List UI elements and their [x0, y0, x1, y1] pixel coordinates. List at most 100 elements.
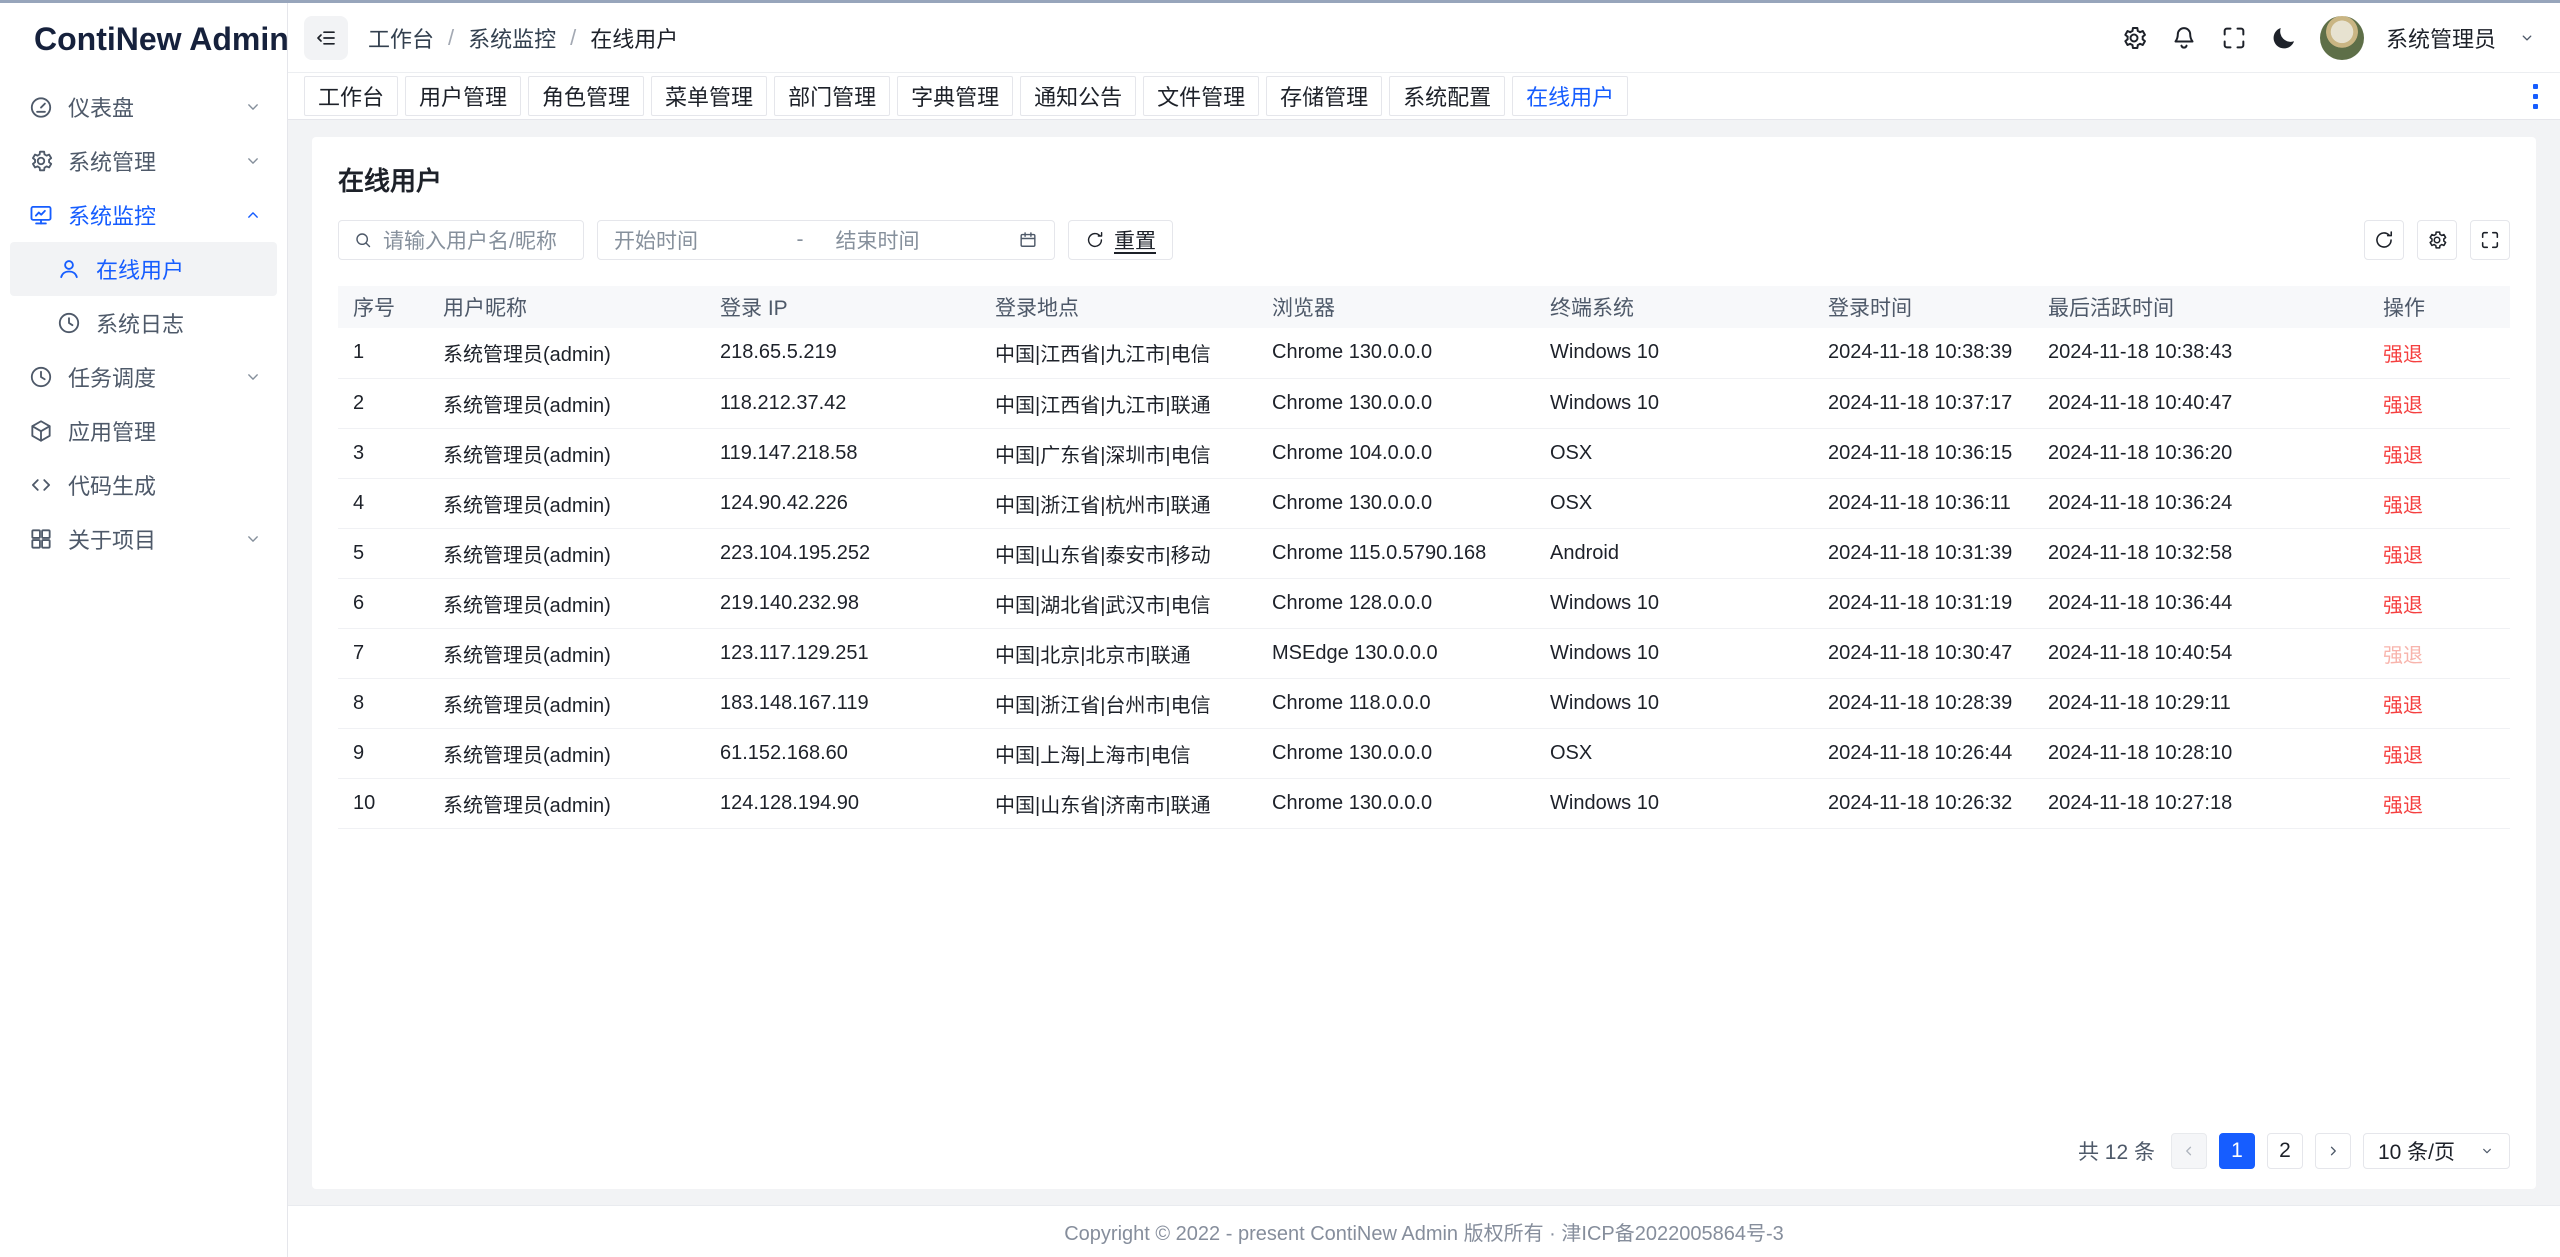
breadcrumb-item[interactable]: 系统监控: [468, 22, 556, 54]
cell-nickname: 系统管理员(admin): [428, 628, 705, 678]
settings-icon: [2426, 229, 2448, 251]
sidebar-collapse-button[interactable]: [304, 16, 348, 60]
table-row: 1系统管理员(admin)218.65.5.219中国|江西省|九江市|电信Ch…: [338, 328, 2510, 378]
kick-out-link[interactable]: 强退: [2383, 595, 2423, 617]
sidebar-item-app-management[interactable]: 应用管理: [10, 404, 277, 458]
tab-online-user[interactable]: 在线用户: [1512, 76, 1628, 116]
sidebar-item-dashboard[interactable]: 仪表盘: [10, 80, 277, 134]
avatar[interactable]: [2320, 16, 2364, 60]
table-row: 9系统管理员(admin)61.152.168.60中国|上海|上海市|电信Ch…: [338, 728, 2510, 778]
table-row: 6系统管理员(admin)219.140.232.98中国|湖北省|武汉市|电信…: [338, 578, 2510, 628]
fullscreen-icon: [2479, 229, 2501, 251]
tab-file-management[interactable]: 文件管理: [1143, 76, 1259, 116]
user-name[interactable]: 系统管理员: [2386, 22, 2496, 54]
kick-out-link[interactable]: 强退: [2383, 695, 2423, 717]
app-logo[interactable]: ContiNew Admin: [0, 3, 287, 76]
pagination-page-1[interactable]: 1: [2219, 1133, 2255, 1169]
cell-nickname: 系统管理员(admin): [428, 528, 705, 578]
dark-mode-button[interactable]: [2270, 24, 2298, 52]
kick-out-link[interactable]: 强退: [2383, 745, 2423, 767]
cell-index: 1: [338, 328, 428, 378]
notifications-icon: [2170, 24, 2198, 52]
cell-browser: Chrome 104.0.0.0: [1257, 428, 1535, 478]
cell-login_time: 2024-11-18 10:36:11: [1813, 478, 2033, 528]
table-row: 8系统管理员(admin)183.148.167.119中国|浙江省|台州市|电…: [338, 678, 2510, 728]
tab-user-management[interactable]: 用户管理: [405, 76, 521, 116]
sidebar-item-task-schedule[interactable]: 任务调度: [10, 350, 277, 404]
kick-out-link[interactable]: 强退: [2383, 645, 2423, 667]
tab-role-management[interactable]: 角色管理: [528, 76, 644, 116]
kick-out-link[interactable]: 强退: [2383, 545, 2423, 567]
kick-out-link[interactable]: 强退: [2383, 445, 2423, 467]
cell-action: 强退: [2368, 378, 2510, 428]
sidebar-item-label: 代码生成: [68, 469, 263, 501]
table-settings-button[interactable]: [2417, 220, 2457, 260]
breadcrumb-item[interactable]: 在线用户: [590, 22, 678, 54]
cell-location: 中国|北京|北京市|联通: [980, 628, 1257, 678]
chevron-down-icon[interactable]: [2518, 29, 2536, 47]
sidebar-item-online-user[interactable]: 在线用户: [10, 242, 277, 296]
table-row: 10系统管理员(admin)124.128.194.90中国|山东省|济南市|联…: [338, 778, 2510, 828]
cell-browser: MSEdge 130.0.0.0: [1257, 628, 1535, 678]
sidebar-item-code-generation[interactable]: 代码生成: [10, 458, 277, 512]
cell-nickname: 系统管理员(admin): [428, 578, 705, 628]
tab-storage-management[interactable]: 存储管理: [1266, 76, 1382, 116]
tab-workplace[interactable]: 工作台: [304, 76, 398, 116]
cell-login_time: 2024-11-18 10:31:39: [1813, 528, 2033, 578]
breadcrumb-item[interactable]: 工作台: [368, 22, 434, 54]
kick-out-link[interactable]: 强退: [2383, 495, 2423, 517]
grid-icon: [28, 526, 54, 552]
kick-out-link[interactable]: 强退: [2383, 795, 2423, 817]
pagination-prev-button[interactable]: [2171, 1133, 2207, 1169]
pagination-page-2[interactable]: 2: [2267, 1133, 2303, 1169]
search-input[interactable]: 请输入用户名/昵称: [338, 220, 584, 260]
date-end-placeholder: 结束时间: [836, 225, 1011, 255]
content: 在线用户 请输入用户名/昵称 开始时间 - 结束时间 重置: [288, 120, 2560, 1205]
cell-last_active: 2024-11-18 10:28:10: [2033, 728, 2368, 778]
cell-browser: Chrome 130.0.0.0: [1257, 778, 1535, 828]
table-refresh-button[interactable]: [2364, 220, 2404, 260]
cell-nickname: 系统管理员(admin): [428, 778, 705, 828]
cell-nickname: 系统管理员(admin): [428, 428, 705, 478]
cell-last_active: 2024-11-18 10:27:18: [2033, 778, 2368, 828]
refresh-icon: [2373, 229, 2395, 251]
cell-action: 强退: [2368, 478, 2510, 528]
cell-os: Android: [1535, 528, 1813, 578]
tab-system-config[interactable]: 系统配置: [1389, 76, 1505, 116]
tab-notice[interactable]: 通知公告: [1020, 76, 1136, 116]
topbar-actions: 系统管理员: [2120, 16, 2536, 60]
tab-menu-management[interactable]: 菜单管理: [651, 76, 767, 116]
cell-login_time: 2024-11-18 10:28:39: [1813, 678, 2033, 728]
kick-out-link[interactable]: 强退: [2383, 344, 2423, 366]
page-size-select[interactable]: 10 条/页: [2363, 1133, 2510, 1169]
kick-out-link[interactable]: 强退: [2383, 395, 2423, 417]
cell-ip: 124.128.194.90: [705, 778, 980, 828]
breadcrumb-separator: /: [570, 25, 576, 51]
tab-more-menu[interactable]: [2527, 78, 2544, 115]
fullscreen-button[interactable]: [2220, 24, 2248, 52]
chevron-down-icon: [243, 97, 263, 117]
chevron-right-icon: [2324, 1142, 2342, 1160]
notifications-button[interactable]: [2170, 24, 2198, 52]
sidebar-item-system-management[interactable]: 系统管理: [10, 134, 277, 188]
reset-button[interactable]: 重置: [1068, 220, 1173, 260]
cell-os: Windows 10: [1535, 328, 1813, 378]
column-header: 用户昵称: [428, 286, 705, 328]
sidebar-item-label: 任务调度: [68, 361, 229, 393]
table-fullscreen-button[interactable]: [2470, 220, 2510, 260]
sidebar-item-system-monitor[interactable]: 系统监控: [10, 188, 277, 242]
settings-button[interactable]: [2120, 24, 2148, 52]
cell-login_time: 2024-11-18 10:30:47: [1813, 628, 2033, 678]
sidebar-item-about-project[interactable]: 关于项目: [10, 512, 277, 566]
table-header-row: 序号用户昵称登录 IP登录地点浏览器终端系统登录时间最后活跃时间操作: [338, 286, 2510, 328]
table-row: 4系统管理员(admin)124.90.42.226中国|浙江省|杭州市|联通C…: [338, 478, 2510, 528]
pagination-next-button[interactable]: [2315, 1133, 2351, 1169]
date-range-picker[interactable]: 开始时间 - 结束时间: [597, 220, 1055, 260]
tab-dict-management[interactable]: 字典管理: [897, 76, 1013, 116]
sidebar-item-system-log[interactable]: 系统日志: [10, 296, 277, 350]
user-icon: [56, 256, 82, 282]
code-icon: [28, 472, 54, 498]
cell-last_active: 2024-11-18 10:29:11: [2033, 678, 2368, 728]
cell-os: Windows 10: [1535, 678, 1813, 728]
tab-dept-management[interactable]: 部门管理: [774, 76, 890, 116]
